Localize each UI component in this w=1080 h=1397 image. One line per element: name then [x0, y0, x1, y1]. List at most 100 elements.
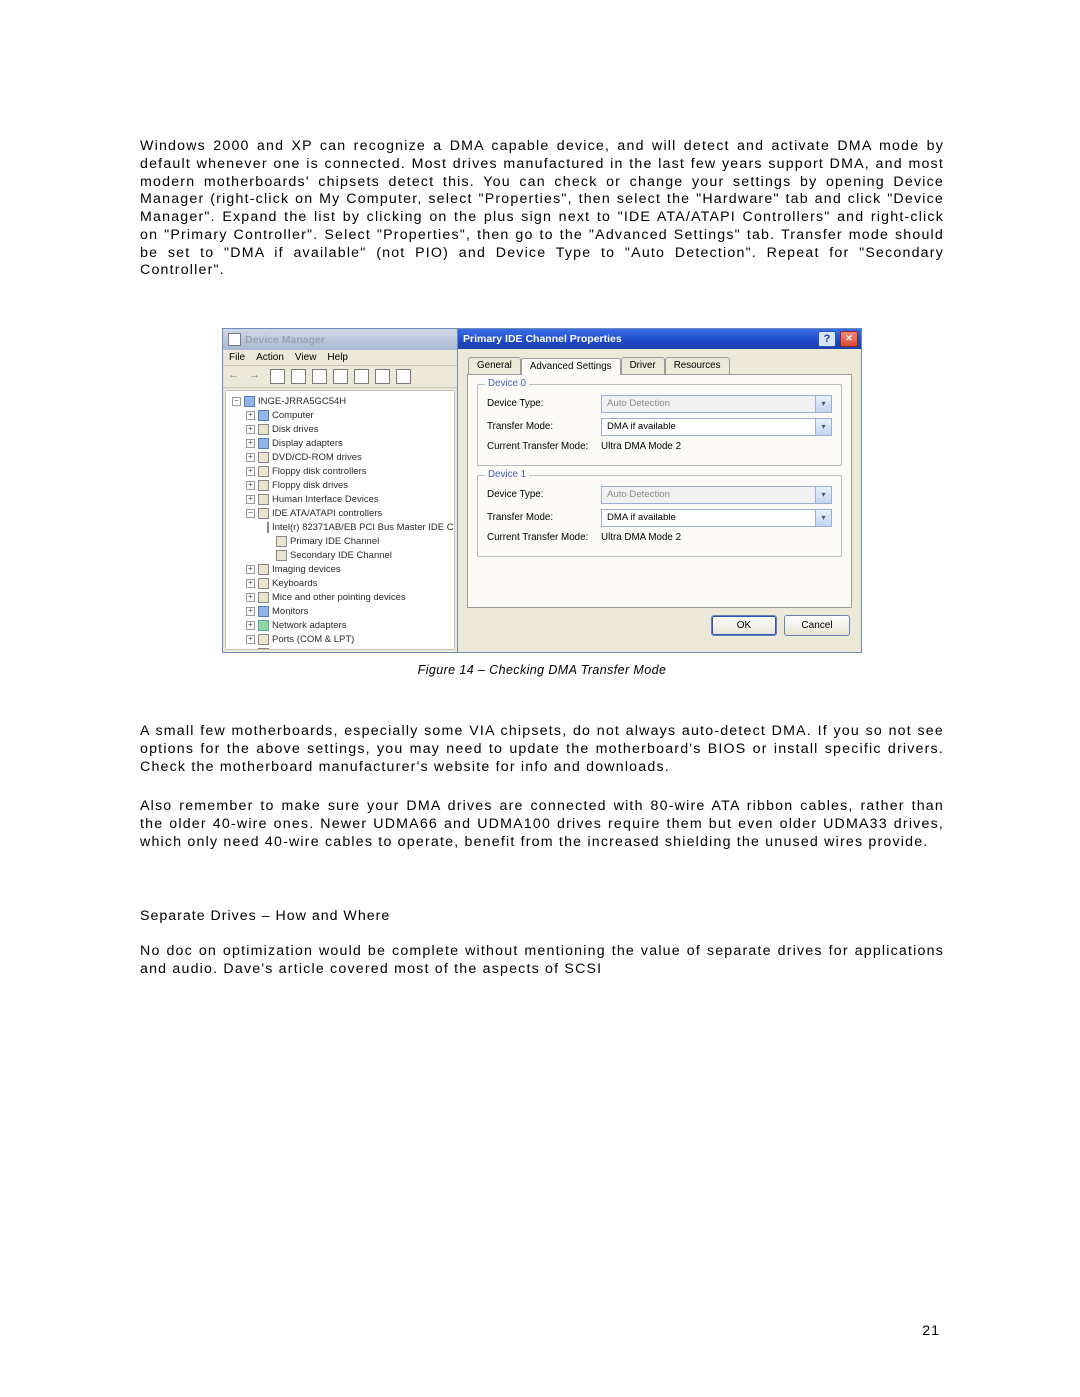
- device-category-icon: [258, 438, 269, 449]
- expander-icon[interactable]: +: [246, 439, 255, 448]
- expander-icon[interactable]: +: [246, 621, 255, 630]
- expander-icon[interactable]: +: [246, 453, 255, 462]
- tree-label: Sound, video and game controllers: [272, 648, 419, 651]
- groupbox-legend: Device 1: [485, 469, 529, 480]
- properties-titlebar: Primary IDE Channel Properties: [458, 329, 861, 349]
- device-tree[interactable]: − INGE-JRRA5GC54H +Computer+Disk drives+…: [225, 390, 455, 650]
- body-paragraph: No doc on optimization would be complete…: [140, 943, 944, 979]
- expander-icon[interactable]: +: [246, 579, 255, 588]
- field-label: Current Transfer Mode:: [487, 532, 595, 543]
- tab-general[interactable]: General: [468, 357, 521, 374]
- computer-icon: [244, 396, 255, 407]
- tree-item[interactable]: + Keyboards: [228, 576, 452, 590]
- page-number: 21: [922, 1323, 940, 1339]
- device-groupbox: Device 0Device Type:Auto Detection▾Trans…: [477, 384, 842, 466]
- menu-view[interactable]: View: [295, 352, 317, 363]
- device-category-icon: [258, 452, 269, 463]
- tree-item[interactable]: + Floppy disk drives: [228, 478, 452, 492]
- expander-icon[interactable]: +: [246, 411, 255, 420]
- expander-icon[interactable]: +: [246, 467, 255, 476]
- window-title: Primary IDE Channel Properties: [463, 333, 622, 345]
- tree-item[interactable]: + Computer: [228, 408, 452, 422]
- device-category-icon: [258, 606, 269, 617]
- tab-advanced-settings[interactable]: Advanced Settings: [521, 358, 621, 375]
- device-category-icon: [258, 648, 269, 651]
- tree-item[interactable]: +Imaging devices: [228, 562, 452, 576]
- tab-driver[interactable]: Driver: [621, 357, 665, 374]
- back-arrow-icon[interactable]: ←: [228, 369, 243, 384]
- forward-arrow-icon[interactable]: →: [249, 369, 264, 384]
- tree-item[interactable]: +Display adapters: [228, 436, 452, 450]
- tree-item[interactable]: Intel(r) 82371AB/EB PCI Bus Master IDE C…: [228, 520, 452, 534]
- tree-item[interactable]: + Sound, video and game controllers: [228, 646, 452, 650]
- tree-label: Disk drives: [272, 424, 318, 435]
- device-category-icon: [276, 550, 287, 561]
- tree-item[interactable]: + Monitors: [228, 604, 452, 618]
- disable-icon[interactable]: [396, 369, 411, 384]
- cancel-button[interactable]: Cancel: [784, 615, 850, 636]
- refresh-icon[interactable]: [333, 369, 348, 384]
- expander-icon[interactable]: +: [246, 565, 255, 574]
- tree-item[interactable]: +DVD/CD-ROM drives: [228, 450, 452, 464]
- menu-file[interactable]: File: [229, 352, 245, 363]
- expander-icon[interactable]: +: [246, 635, 255, 644]
- tab-strip: General Advanced Settings Driver Resourc…: [467, 354, 852, 374]
- tree-label: Computer: [272, 410, 314, 421]
- tab-resources[interactable]: Resources: [665, 357, 730, 374]
- properties-icon[interactable]: [291, 369, 306, 384]
- tree-item[interactable]: + Network adapters: [228, 618, 452, 632]
- body-paragraph: Also remember to make sure your DMA driv…: [140, 798, 944, 851]
- tree-item[interactable]: + Human Interface Devices: [228, 492, 452, 506]
- tree-label: Keyboards: [272, 578, 317, 589]
- device-type-combo: Auto Detection▾: [601, 395, 832, 413]
- field-label: Transfer Mode:: [487, 421, 595, 432]
- expander-icon[interactable]: +: [246, 481, 255, 490]
- figure-caption: Figure 14 – Checking DMA Transfer Mode: [140, 663, 944, 677]
- expander-icon[interactable]: +: [246, 649, 255, 651]
- tree-item[interactable]: + Disk drives: [228, 422, 452, 436]
- tree-label: Network adapters: [272, 620, 346, 631]
- tree-item[interactable]: −IDE ATA/ATAPI controllers: [228, 506, 452, 520]
- device-category-icon: [267, 522, 269, 533]
- device-category-icon: [276, 536, 287, 547]
- menu-action[interactable]: Action: [256, 352, 284, 363]
- tree-label: Monitors: [272, 606, 308, 617]
- expander-icon[interactable]: −: [246, 509, 255, 518]
- ok-button[interactable]: OK: [711, 615, 777, 636]
- expander-icon[interactable]: +: [246, 425, 255, 434]
- help-button-icon[interactable]: [818, 331, 836, 347]
- tree-label: Floppy disk drives: [272, 480, 348, 491]
- expander-icon[interactable]: +: [246, 593, 255, 602]
- app-icon: [228, 333, 241, 346]
- expander-icon[interactable]: −: [232, 397, 241, 406]
- chevron-down-icon[interactable]: ▾: [815, 510, 831, 526]
- print-icon[interactable]: [312, 369, 327, 384]
- toolbar: ← →: [223, 366, 457, 388]
- field-label: Current Transfer Mode:: [487, 441, 595, 452]
- tree-item[interactable]: +Ports (COM & LPT): [228, 632, 452, 646]
- tree-root[interactable]: − INGE-JRRA5GC54H: [228, 394, 452, 408]
- monitor-icon[interactable]: [354, 369, 369, 384]
- tree-label: Primary IDE Channel: [290, 536, 379, 547]
- device-type-combo: Auto Detection▾: [601, 486, 832, 504]
- chevron-down-icon[interactable]: ▾: [815, 419, 831, 435]
- transfer-mode-combo[interactable]: DMA if available▾: [601, 418, 832, 436]
- grid-icon[interactable]: [270, 369, 285, 384]
- menu-help[interactable]: Help: [327, 352, 348, 363]
- device-category-icon: [258, 424, 269, 435]
- transfer-mode-combo[interactable]: DMA if available▾: [601, 509, 832, 527]
- close-button-icon[interactable]: [840, 331, 858, 347]
- field-value: Ultra DMA Mode 2: [601, 441, 681, 452]
- tree-label: Human Interface Devices: [272, 494, 379, 505]
- groupbox-legend: Device 0: [485, 378, 529, 389]
- expander-icon[interactable]: +: [246, 607, 255, 616]
- tree-item[interactable]: Primary IDE Channel: [228, 534, 452, 548]
- scan-icon[interactable]: [375, 369, 390, 384]
- tree-item[interactable]: Secondary IDE Channel: [228, 548, 452, 562]
- tree-item[interactable]: + Mice and other pointing devices: [228, 590, 452, 604]
- tree-item[interactable]: +Floppy disk controllers: [228, 464, 452, 478]
- device-manager-window: Device Manager File Action View Help ← →: [223, 329, 458, 652]
- device-category-icon: [258, 466, 269, 477]
- expander-icon[interactable]: +: [246, 495, 255, 504]
- tree-label: Mice and other pointing devices: [272, 592, 406, 603]
